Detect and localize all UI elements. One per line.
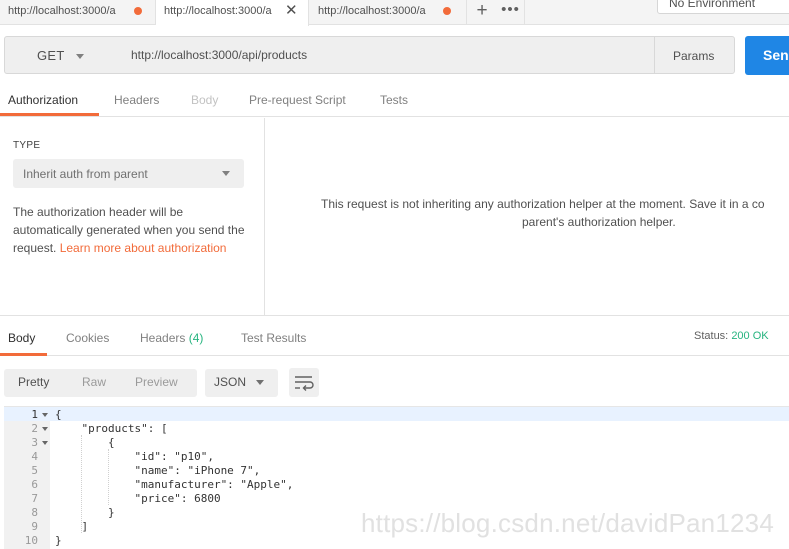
fold-arrow-icon[interactable] bbox=[42, 413, 48, 417]
tab-cookies[interactable]: Cookies bbox=[66, 331, 109, 345]
auth-type-value: Inherit auth from parent bbox=[23, 167, 148, 181]
url-input[interactable]: http://localhost:3000/api/products bbox=[120, 36, 655, 74]
auth-type-select[interactable]: Inherit auth from parent bbox=[13, 159, 244, 188]
line-number: 9 bbox=[31, 520, 38, 533]
tab-test-results[interactable]: Test Results bbox=[241, 331, 306, 345]
preview-button[interactable]: Preview bbox=[135, 375, 178, 389]
environment-selector[interactable]: No Environment bbox=[657, 0, 789, 14]
status-code-badge: 200 OK bbox=[731, 330, 769, 342]
request-tab-3[interactable]: http://localhost:3000/a bbox=[310, 0, 467, 25]
auth-message-line-1: This request is not inheriting any autho… bbox=[321, 197, 765, 211]
code-line: } bbox=[55, 506, 115, 519]
request-tab-2[interactable]: http://localhost:3000/a ✕ bbox=[156, 0, 309, 26]
close-tab-icon[interactable]: ✕ bbox=[285, 1, 298, 19]
tab-pre-request-script[interactable]: Pre-request Script bbox=[249, 93, 346, 107]
unsaved-dot-icon bbox=[443, 7, 451, 15]
code-line: "id": "p10", bbox=[55, 450, 214, 463]
raw-button[interactable]: Raw bbox=[82, 375, 106, 389]
request-tab-title: http://localhost:3000/a bbox=[318, 5, 426, 17]
code-line: { bbox=[55, 436, 115, 449]
url-value: http://localhost:3000/api/products bbox=[131, 48, 308, 62]
line-number: 6 bbox=[31, 478, 38, 491]
line-number: 10 bbox=[24, 534, 38, 547]
auth-description: The authorization header will be automat… bbox=[13, 205, 245, 255]
tab-response-headers[interactable]: Headers (4) bbox=[140, 331, 203, 345]
chevron-down-icon bbox=[256, 380, 264, 385]
chevron-down-icon bbox=[222, 171, 230, 176]
tab-body[interactable]: Body bbox=[191, 93, 218, 107]
line-number: 1 bbox=[31, 408, 38, 421]
request-tab-1[interactable]: http://localhost:3000/a bbox=[0, 0, 156, 25]
code-line: "products": [ bbox=[55, 422, 168, 435]
code-line: "name": "iPhone 7", bbox=[55, 464, 261, 477]
code-line: ] bbox=[55, 520, 89, 533]
wrap-lines-button[interactable] bbox=[289, 368, 319, 397]
fold-arrow-icon[interactable] bbox=[42, 441, 48, 445]
tab-headers[interactable]: Headers bbox=[114, 93, 159, 107]
line-number: 4 bbox=[31, 450, 38, 463]
code-line: { bbox=[55, 408, 62, 421]
fold-arrow-icon[interactable] bbox=[42, 427, 48, 431]
request-tab-title: http://localhost:3000/a bbox=[164, 5, 272, 17]
tab-authorization[interactable]: Authorization bbox=[8, 93, 78, 107]
line-number: 8 bbox=[31, 506, 38, 519]
active-tab-indicator bbox=[0, 353, 47, 356]
unsaved-dot-icon bbox=[134, 7, 142, 15]
more-tabs-ellipsis-icon[interactable]: ••• bbox=[497, 0, 525, 25]
line-number: 5 bbox=[31, 464, 38, 477]
send-label: Send bbox=[763, 47, 789, 63]
learn-more-link[interactable]: Learn more about authorization bbox=[60, 241, 227, 255]
code-line: } bbox=[55, 534, 62, 547]
chevron-down-icon bbox=[76, 54, 84, 59]
line-number: 7 bbox=[31, 492, 38, 505]
response-status: Status: 200 OK bbox=[694, 330, 769, 342]
request-tab-title: http://localhost:3000/a bbox=[8, 5, 116, 17]
code-line: "manufacturer": "Apple", bbox=[55, 478, 294, 491]
language-label: JSON bbox=[214, 375, 247, 389]
http-method-select[interactable]: GET bbox=[4, 36, 121, 74]
http-method-label: GET bbox=[37, 48, 65, 63]
line-number: 3 bbox=[31, 436, 38, 449]
new-tab-plus-icon[interactable]: + bbox=[470, 0, 494, 25]
tab-response-body[interactable]: Body bbox=[8, 331, 35, 345]
auth-message-line-2: parent's authorization helper. bbox=[522, 215, 676, 229]
pretty-button[interactable]: Pretty bbox=[18, 375, 49, 389]
wrap-lines-icon bbox=[295, 376, 314, 391]
params-label: Params bbox=[673, 49, 715, 63]
response-tabs bbox=[0, 316, 789, 356]
watermark: https://blog.csdn.net/davidPan1234 bbox=[361, 508, 774, 538]
send-button[interactable]: Send bbox=[745, 36, 789, 75]
headers-count-badge: (4) bbox=[188, 331, 204, 345]
line-number: 2 bbox=[31, 422, 38, 435]
current-line-highlight bbox=[4, 407, 789, 421]
tab-tests[interactable]: Tests bbox=[380, 93, 408, 107]
active-tab-indicator bbox=[0, 113, 99, 116]
language-select[interactable]: JSON bbox=[205, 369, 278, 397]
params-button[interactable]: Params bbox=[654, 36, 735, 74]
code-line: "price": 6800 bbox=[55, 492, 221, 505]
auth-type-label: TYPE bbox=[13, 140, 41, 151]
environment-label: No Environment bbox=[669, 0, 756, 10]
